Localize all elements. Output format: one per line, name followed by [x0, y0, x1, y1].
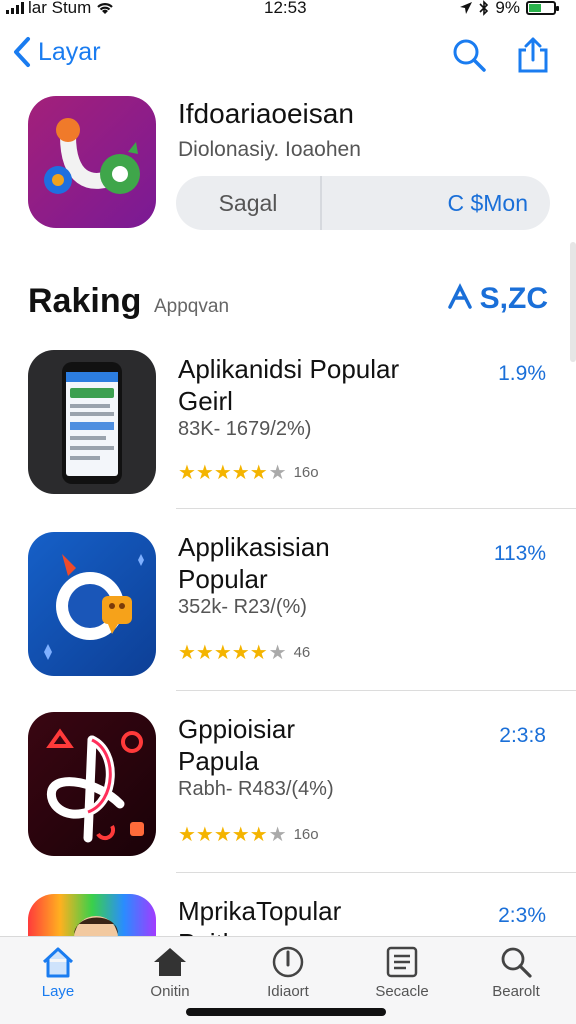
list-item[interactable]: Gppioisiar Papula Rabh- R483/(4%) ★★★★★ ★…: [0, 712, 576, 890]
status-right: 9%: [459, 0, 559, 18]
featured-segment-control: Sagal C $Mon: [176, 176, 550, 230]
featured-app-icon[interactable]: [28, 96, 156, 228]
divider: [176, 872, 576, 873]
featured-app-subtitle: Diolonasiy. Ioaohen: [178, 138, 361, 161]
rating-count: 16o: [293, 826, 319, 843]
app-title-line1: Applikasisian: [178, 532, 330, 562]
battery-percent: 9%: [495, 0, 520, 17]
app-logo-icon: [44, 118, 140, 194]
featured-app-title: Ifdoariaoeisan: [178, 98, 354, 129]
status-left: lar Stum: [6, 0, 115, 18]
app-percent: 1.9%: [498, 362, 546, 385]
home-solid-icon: [154, 948, 186, 976]
search-icon[interactable]: [450, 36, 488, 74]
tab-apps[interactable]: Idiaort: [238, 945, 338, 1000]
share-icon[interactable]: [514, 36, 552, 74]
star-icon: ★★★★★: [178, 824, 268, 846]
app-meta: Rabh- R483/(4%): [178, 778, 334, 800]
app-title-line1: MprikaTopular: [178, 896, 342, 926]
rating-stars: ★★★★★ ★ 46: [178, 640, 310, 665]
app-title-line1: Gppioisiar: [178, 714, 296, 744]
app-title-line2: Geirl: [178, 386, 233, 416]
star-empty-icon: ★: [268, 642, 287, 664]
segment-right-button[interactable]: C $Mon: [322, 176, 550, 230]
chevron-left-icon: [14, 37, 30, 67]
tab-arcade[interactable]: Secacle: [352, 945, 452, 1000]
divider: [176, 690, 576, 691]
star-icon: ★★★★★: [178, 462, 268, 484]
divider: [176, 508, 576, 509]
segment-left-button[interactable]: Sagal: [176, 176, 322, 230]
battery-icon: [526, 1, 559, 15]
list-icon: [386, 946, 418, 978]
app-meta: 352k- R23/(%): [178, 596, 307, 618]
search-icon: [501, 947, 532, 978]
location-icon: [460, 2, 473, 14]
see-all-label: S,ZC: [479, 282, 548, 315]
tab-label: Laye: [41, 983, 75, 1000]
mascot-app-icon: [28, 532, 156, 676]
status-bar: lar Stum 12:53 9%: [0, 0, 576, 18]
translate-icon: [447, 283, 472, 309]
list-item[interactable]: Applikasisian Popular 352k- R23/(%) ★★★★…: [0, 532, 576, 710]
back-label: Layar: [38, 37, 101, 66]
status-time: 12:53: [264, 0, 307, 17]
app-title-line2: Papula: [178, 746, 259, 776]
tab-label: Onitin: [150, 983, 190, 1000]
star-empty-icon: ★: [268, 462, 287, 484]
back-button[interactable]: Layar: [12, 36, 101, 68]
tab-games[interactable]: Onitin: [120, 945, 220, 1000]
section-title: Raking: [28, 282, 142, 320]
tab-label: Secacle: [375, 983, 429, 1000]
bluetooth-icon: [479, 0, 489, 16]
tab-today[interactable]: Laye: [8, 945, 108, 1000]
section-subtitle: Appqvan: [154, 296, 230, 317]
rating-count: 16o: [293, 464, 319, 481]
rating-stars: ★★★★★ ★ 16o: [178, 822, 319, 847]
tab-label: Idiaort: [267, 983, 309, 1000]
app-meta: 83K- 1679/2%): [178, 418, 312, 440]
list-item[interactable]: Aplikanidsi Popular Geirl 83K- 1679/2%) …: [0, 350, 576, 528]
carrier-label: lar Stum: [28, 0, 92, 17]
see-all-link[interactable]: S,ZC: [446, 282, 548, 316]
music-app-icon: [28, 712, 156, 856]
app-percent: 2:3%: [498, 904, 546, 927]
app-title-line1: Aplikanidsi Popular: [178, 354, 400, 384]
signal-icon: [6, 2, 24, 14]
rating-count: 46: [293, 644, 311, 661]
scroll-indicator[interactable]: [570, 242, 576, 362]
app-percent: 2:3:8: [499, 724, 546, 747]
tab-label: Bearolt: [492, 983, 540, 1000]
app-title-line2: Popular: [178, 564, 268, 594]
compass-icon: [272, 946, 304, 978]
wifi-icon: [97, 3, 114, 14]
rating-stars: ★★★★★ ★ 16o: [178, 460, 319, 485]
phone-app-icon: [28, 350, 156, 494]
star-icon: ★★★★★: [178, 642, 268, 664]
home-indicator[interactable]: [186, 1008, 386, 1016]
home-outline-icon: [42, 947, 74, 978]
tab-search[interactable]: Bearolt: [466, 945, 566, 1000]
app-percent: 113%: [493, 542, 546, 565]
nav-bar: Layar: [0, 30, 576, 82]
star-empty-icon: ★: [268, 824, 287, 846]
